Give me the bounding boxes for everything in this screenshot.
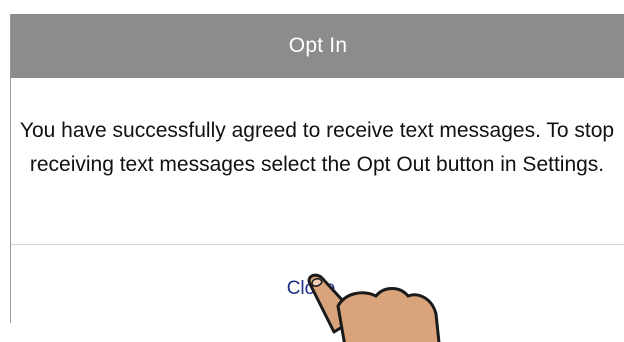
dialog-message: You have successfully agreed to receive … xyxy=(19,119,615,176)
close-button[interactable]: Close xyxy=(251,272,371,306)
dialog-divider xyxy=(11,244,624,245)
dialog-title: Opt In xyxy=(288,34,348,57)
opt-in-dialog: Opt In You have successfully agreed to r… xyxy=(10,14,624,323)
dialog-header: Opt In xyxy=(11,14,624,78)
